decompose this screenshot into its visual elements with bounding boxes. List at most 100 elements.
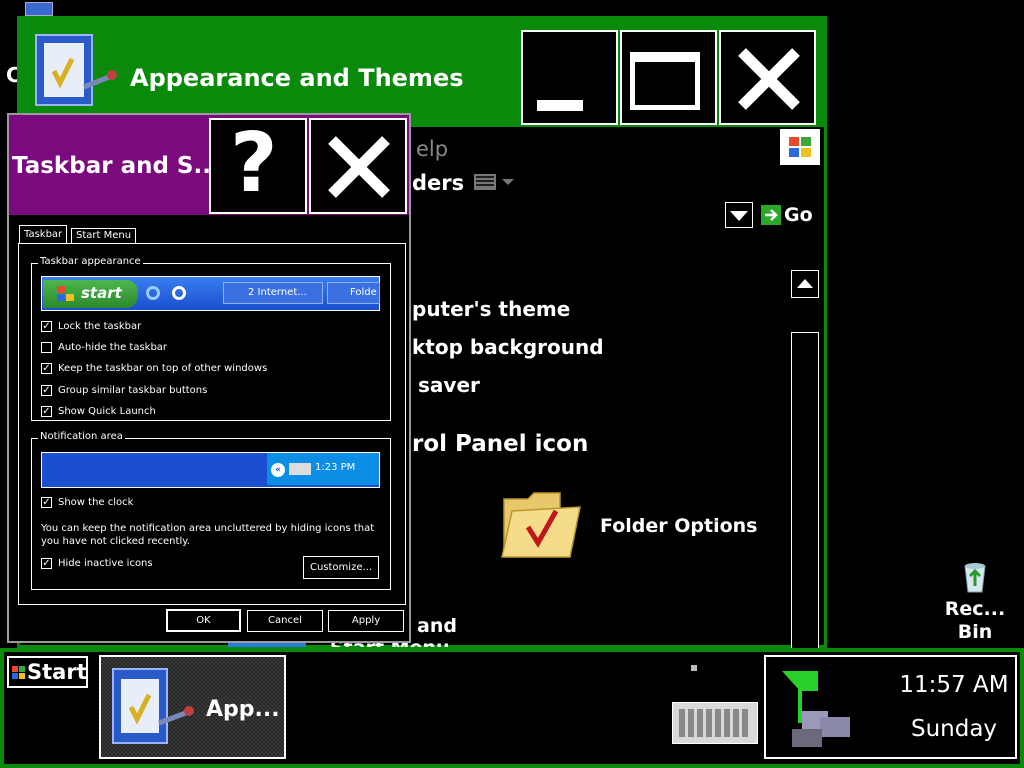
maximize-icon — [630, 52, 700, 110]
preview-start-label: start — [81, 284, 122, 302]
task-change-background[interactable]: ktop background — [412, 335, 604, 359]
minimize-button[interactable] — [521, 30, 618, 125]
tab-taskbar[interactable]: Taskbar — [19, 225, 68, 244]
customize-button[interactable]: Customize... — [303, 556, 379, 579]
option-group-buttons[interactable]: ✓ Group similar taskbar buttons — [41, 385, 207, 396]
taskbar-properties-dialog: Taskbar and S... ? Taskbar Start Menu Ta… — [7, 113, 411, 643]
preview-quicklaunch-ie-icon — [146, 286, 160, 300]
option-quick-launch-label: Show Quick Launch — [58, 406, 156, 417]
views-icon — [474, 174, 514, 190]
preview-start-button: start — [43, 280, 138, 308]
go-arrow-icon — [761, 205, 781, 225]
preview-task-item-1-label: 2 Internet... — [248, 287, 307, 298]
option-auto-hide[interactable]: Auto-hide the taskbar — [41, 342, 167, 353]
system-tray — [764, 655, 1017, 759]
preview-task-item-2: Folde — [327, 282, 380, 304]
appearance-themes-icon — [35, 34, 117, 106]
option-keep-on-top-label: Keep the taskbar on top of other windows — [58, 363, 268, 374]
notification-note: You can keep the notification area unclu… — [41, 523, 375, 547]
close-icon — [738, 48, 800, 110]
checkbox-show-clock[interactable]: ✓ — [41, 497, 52, 508]
option-keep-on-top[interactable]: ✓ Keep the taskbar on top of other windo… — [41, 363, 267, 374]
option-quick-launch[interactable]: ✓ Show Quick Launch — [41, 406, 156, 417]
go-button[interactable]: Go — [761, 204, 817, 228]
option-hide-inactive[interactable]: ✓ Hide inactive icons — [41, 558, 153, 569]
preview-time: 1:23 PM — [315, 462, 356, 473]
preview-tray-icons — [289, 463, 311, 475]
taskbar-appearance-button[interactable]: App... — [99, 655, 286, 759]
windows-logo — [780, 129, 820, 165]
views-button[interactable] — [472, 171, 522, 193]
minimize-icon — [537, 100, 583, 111]
tab-start-menu[interactable]: Start Menu — [71, 228, 137, 244]
taskbar-appearance-legend: Taskbar appearance — [38, 256, 143, 267]
checkbox-quick-launch[interactable]: ✓ — [41, 406, 52, 417]
clock-day: Sunday — [910, 716, 998, 742]
desktop-icon-fragment[interactable] — [25, 2, 53, 16]
folder-options-label: Folder Options — [600, 515, 758, 537]
task-change-theme[interactable]: puter's theme — [412, 297, 570, 321]
windows-flag-icon — [12, 666, 25, 679]
windows-flag-icon — [57, 286, 74, 301]
help-button[interactable]: ? — [209, 116, 307, 214]
taskbar-start-menu-fragment: and — [417, 615, 457, 637]
recycle-bin[interactable]: Rec... Bin — [940, 560, 1010, 644]
pick-control-panel-icon-heading: rol Panel icon — [412, 431, 589, 457]
menu-help-fragment[interactable]: elp — [416, 137, 448, 161]
option-group-buttons-label: Group similar taskbar buttons — [58, 385, 208, 396]
notification-preview: « 1:23 PM — [41, 452, 380, 488]
close-button[interactable] — [719, 30, 816, 125]
folder-options-icon — [501, 492, 581, 558]
ok-button[interactable]: OK — [166, 609, 241, 632]
folder-options-item[interactable]: Folder Options — [498, 485, 758, 565]
folders-button-fragment[interactable]: ders — [412, 171, 464, 195]
option-lock-taskbar-label: Lock the taskbar — [58, 321, 142, 332]
start-button[interactable]: Start — [7, 656, 88, 688]
recycle-bin-label: Rec... Bin — [944, 598, 1006, 643]
option-lock-taskbar[interactable]: ✓ Lock the taskbar — [41, 321, 141, 332]
taskbar-appearance-label: App... — [206, 697, 280, 722]
network-icon[interactable] — [772, 663, 858, 753]
chevron-down-icon — [730, 211, 748, 221]
appearance-title-bar[interactable]: Appearance and Themes — [20, 19, 824, 127]
windows-flag-icon — [789, 137, 811, 157]
maximize-button[interactable] — [620, 30, 717, 125]
checkbox-group-buttons[interactable]: ✓ — [41, 385, 52, 396]
checkbox-lock-taskbar[interactable]: ✓ — [41, 321, 52, 332]
address-dropdown-arrow[interactable] — [725, 202, 753, 228]
notification-area-legend: Notification area — [38, 431, 125, 442]
close-icon — [328, 136, 390, 198]
preview-task-item-1: 2 Internet... — [223, 282, 323, 304]
clock-time[interactable]: 11:57 AM — [884, 672, 1024, 698]
option-hide-inactive-label: Hide inactive icons — [58, 558, 153, 569]
start-label: Start — [27, 660, 87, 684]
recycle-bin-icon — [964, 563, 986, 593]
scrollbar-track[interactable] — [791, 332, 819, 652]
tray-dot — [691, 665, 697, 671]
preview-expand-icon: « — [271, 463, 285, 477]
checkbox-auto-hide[interactable] — [41, 342, 52, 353]
task-choose-screensaver[interactable]: saver — [418, 373, 480, 397]
option-show-clock-label: Show the clock — [58, 497, 134, 508]
go-label: Go — [784, 204, 813, 226]
preview-quicklaunch-ie2-icon — [172, 286, 186, 300]
help-icon: ? — [230, 116, 278, 211]
scroll-up-button[interactable] — [791, 270, 819, 298]
preview-task-item-2-label: Folde — [350, 287, 377, 298]
checkbox-hide-inactive[interactable]: ✓ — [41, 558, 52, 569]
cancel-button[interactable]: Cancel — [247, 610, 323, 632]
dialog-close-button[interactable] — [309, 118, 407, 214]
keyboard-keys — [679, 709, 751, 737]
option-auto-hide-label: Auto-hide the taskbar — [58, 342, 168, 353]
on-screen-keyboard-icon[interactable] — [672, 702, 758, 744]
dialog-title: Taskbar and S... — [12, 153, 220, 179]
option-show-clock[interactable]: ✓ Show the clock — [41, 497, 133, 508]
apply-button[interactable]: Apply — [328, 610, 404, 632]
appearance-themes-icon — [112, 668, 194, 744]
chevron-up-icon — [797, 279, 813, 288]
checkbox-keep-on-top[interactable]: ✓ — [41, 363, 52, 374]
appearance-title: Appearance and Themes — [130, 64, 464, 92]
dialog-title-bar[interactable]: Taskbar and S... ? — [9, 115, 409, 215]
preview-tray: « 1:23 PM — [267, 453, 379, 485]
taskbar-preview: start 2 Internet... Folde — [41, 276, 380, 311]
